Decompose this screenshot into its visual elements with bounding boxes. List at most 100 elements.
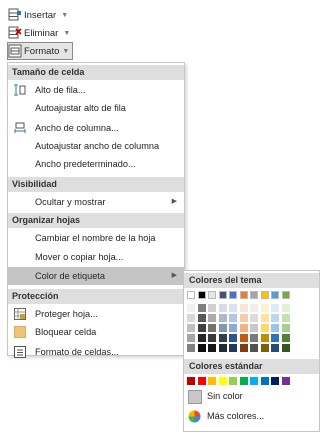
standard-color-swatch[interactable] <box>239 377 248 385</box>
protect-sheet-label: Proteger hoja... <box>35 309 98 319</box>
theme-shade-swatch[interactable] <box>281 314 290 322</box>
theme-shade-swatch[interactable] <box>218 334 227 342</box>
no-color-label: Sin color <box>207 391 243 401</box>
theme-shade-swatch[interactable] <box>250 314 258 322</box>
theme-shade-swatch[interactable] <box>208 304 216 312</box>
format-dropdown-menu: Tamaño de celda Alto de fila... Autoajus… <box>7 62 185 358</box>
standard-color-swatch[interactable] <box>208 377 216 385</box>
theme-shade-swatch[interactable] <box>187 304 195 312</box>
menu-item-autofit-column[interactable]: Autoajustar ancho de columna <box>8 137 184 155</box>
theme-shade-swatch[interactable] <box>260 314 269 322</box>
menu-item-autofit-row[interactable]: Autoajustar alto de fila <box>8 99 184 117</box>
theme-shade-swatch[interactable] <box>187 334 195 342</box>
theme-shade-swatch[interactable] <box>208 324 216 332</box>
standard-color-swatch[interactable] <box>250 377 258 385</box>
delete-button[interactable]: Eliminar ▼ <box>8 25 70 41</box>
theme-color-swatch[interactable] <box>250 291 258 299</box>
format-button[interactable]: Formato ▼ <box>7 42 74 60</box>
section-header-protection: Protección <box>8 289 184 304</box>
theme-shade-swatch[interactable] <box>229 324 237 332</box>
theme-shade-swatch[interactable] <box>208 334 216 342</box>
hide-show-label: Ocultar y mostrar <box>35 197 106 207</box>
theme-color-swatch[interactable] <box>239 291 248 299</box>
menu-item-lock-cell[interactable]: Bloquear celda <box>8 323 184 341</box>
theme-shade-swatch[interactable] <box>239 304 248 312</box>
more-colors-button[interactable]: Más colores... <box>184 408 319 426</box>
theme-shade-swatch[interactable] <box>197 334 206 342</box>
theme-shade-swatch[interactable] <box>218 324 227 332</box>
theme-shade-swatch[interactable] <box>260 304 269 312</box>
insert-button[interactable]: Insertar ▼ <box>8 7 68 23</box>
menu-item-rename-sheet[interactable]: Cambiar el nombre de la hoja <box>8 229 184 247</box>
menu-item-row-height[interactable]: Alto de fila... <box>8 81 184 99</box>
theme-shade-swatch[interactable] <box>239 324 248 332</box>
theme-shade-swatch[interactable] <box>187 324 195 332</box>
theme-shade-swatch[interactable] <box>281 324 290 332</box>
theme-shade-swatch[interactable] <box>239 314 248 322</box>
menu-item-default-width[interactable]: Ancho predeterminado... <box>8 155 184 173</box>
theme-shade-swatch[interactable] <box>229 334 237 342</box>
theme-shade-swatch[interactable] <box>218 304 227 312</box>
theme-shade-swatch[interactable] <box>250 344 258 352</box>
theme-shade-swatch[interactable] <box>250 324 258 332</box>
submenu-arrow-icon: ▶ <box>171 272 177 279</box>
theme-shade-swatch[interactable] <box>218 344 227 352</box>
theme-shade-swatch[interactable] <box>197 324 206 332</box>
section-header-cell-size: Tamaño de celda <box>8 65 184 80</box>
no-color-button[interactable]: Sin color <box>184 388 319 406</box>
theme-shade-swatch[interactable] <box>229 304 237 312</box>
standard-color-swatch[interactable] <box>281 377 290 385</box>
theme-shade-swatch[interactable] <box>260 334 269 342</box>
theme-color-swatch[interactable] <box>218 291 227 299</box>
theme-shade-swatch[interactable] <box>250 334 258 342</box>
theme-shade-swatch[interactable] <box>281 334 290 342</box>
standard-color-swatch[interactable] <box>218 377 227 385</box>
format-label: Formato <box>24 45 60 57</box>
theme-shade-swatch[interactable] <box>271 304 279 312</box>
theme-shade-swatch[interactable] <box>271 314 279 322</box>
theme-shade-swatch[interactable] <box>260 344 269 352</box>
theme-shade-swatch[interactable] <box>281 344 290 352</box>
menu-item-protect-sheet[interactable]: Proteger hoja... <box>8 305 184 323</box>
standard-color-swatch[interactable] <box>187 377 195 385</box>
theme-color-swatch[interactable] <box>208 291 216 299</box>
theme-color-swatch[interactable] <box>187 291 195 299</box>
theme-shade-swatch[interactable] <box>271 334 279 342</box>
standard-color-swatch[interactable] <box>229 377 237 385</box>
standard-color-swatch[interactable] <box>197 377 206 385</box>
theme-shade-swatch[interactable] <box>239 334 248 342</box>
menu-item-move-copy[interactable]: Mover o copiar hoja... <box>8 248 184 266</box>
theme-shade-swatch[interactable] <box>271 344 279 352</box>
menu-item-tab-color[interactable]: Color de etiqueta ▶ <box>8 267 184 285</box>
no-color-swatch-icon <box>188 390 202 404</box>
standard-color-swatch[interactable] <box>260 377 269 385</box>
theme-color-swatch[interactable] <box>271 291 279 299</box>
menu-item-hide-show[interactable]: Ocultar y mostrar ▶ <box>8 193 184 211</box>
theme-color-swatch[interactable] <box>281 291 290 299</box>
theme-shade-swatch[interactable] <box>197 344 206 352</box>
theme-color-swatch[interactable] <box>260 291 269 299</box>
menu-item-column-width[interactable]: Ancho de columna... <box>8 119 184 137</box>
theme-shade-swatch[interactable] <box>208 344 216 352</box>
theme-shade-swatch[interactable] <box>197 314 206 322</box>
column-width-label: Ancho de columna... <box>35 123 119 133</box>
theme-shade-swatch[interactable] <box>229 314 237 322</box>
theme-color-swatch[interactable] <box>197 291 206 299</box>
format-cells-dialog-icon <box>14 346 26 358</box>
theme-shade-swatch[interactable] <box>281 304 290 312</box>
theme-shade-swatch[interactable] <box>197 304 206 312</box>
format-cells-label: Formato de celdas... <box>35 347 119 357</box>
insert-label: Insertar <box>24 9 57 21</box>
theme-shade-swatch[interactable] <box>271 324 279 332</box>
menu-item-format-cells[interactable]: Formato de celdas... <box>8 343 184 361</box>
theme-shade-swatch[interactable] <box>208 314 216 322</box>
theme-shade-swatch[interactable] <box>187 344 195 352</box>
theme-shade-swatch[interactable] <box>260 324 269 332</box>
standard-color-swatch[interactable] <box>271 377 279 385</box>
theme-shade-swatch[interactable] <box>239 344 248 352</box>
theme-shade-swatch[interactable] <box>250 304 258 312</box>
theme-shade-swatch[interactable] <box>187 314 195 322</box>
theme-shade-swatch[interactable] <box>229 344 237 352</box>
theme-color-swatch[interactable] <box>229 291 237 299</box>
theme-shade-swatch[interactable] <box>218 314 227 322</box>
